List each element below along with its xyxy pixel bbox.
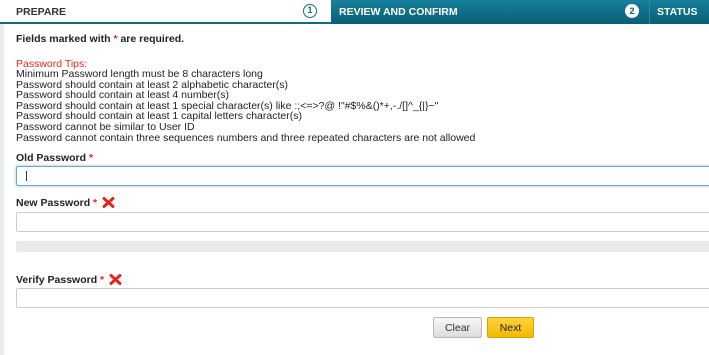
required-note-suffix: are required. xyxy=(120,33,185,45)
verify-password-label: Verify Password * xyxy=(16,274,122,286)
text-cursor xyxy=(26,171,27,181)
password-tip: Password cannot be similar to User ID xyxy=(16,120,195,133)
step-review-label: REVIEW AND CONFIRM xyxy=(339,6,458,18)
next-button[interactable]: Next xyxy=(487,317,534,338)
verify-password-label-text: Verify Password xyxy=(16,274,98,286)
required-note-prefix: Fields marked with xyxy=(16,33,111,45)
clear-button[interactable]: Clear xyxy=(433,317,482,338)
old-password-label: Old Password * xyxy=(16,152,93,164)
required-star: * xyxy=(100,274,105,286)
left-edge-border xyxy=(0,24,4,355)
step-review-number: 2 xyxy=(625,4,639,18)
step-review-and-confirm: REVIEW AND CONFIRM 2 xyxy=(331,0,649,24)
new-password-label-text: New Password xyxy=(16,197,91,209)
step-prepare: PREPARE 1 xyxy=(0,0,331,24)
required-star: * xyxy=(113,33,118,45)
required-star: * xyxy=(93,197,98,209)
wizard-steps: PREPARE 1 REVIEW AND CONFIRM 2 STATUS xyxy=(0,0,709,24)
invalid-x-icon xyxy=(109,274,122,285)
password-tips-list: Minimum Password length must be 8 charac… xyxy=(16,69,475,143)
step-prepare-label: PREPARE xyxy=(16,6,66,18)
required-star: * xyxy=(88,152,94,164)
password-tip: Password cannot contain three sequences … xyxy=(16,131,476,144)
old-password-input[interactable] xyxy=(16,166,709,186)
old-password-label-text: Old Password xyxy=(16,152,87,164)
new-password-input[interactable] xyxy=(16,212,709,232)
step-status: STATUS xyxy=(649,0,709,24)
new-password-label: New Password * xyxy=(16,197,115,209)
verify-password-input[interactable] xyxy=(16,288,709,308)
required-fields-note: Fields marked with * are required. xyxy=(16,33,184,45)
password-strength-bar xyxy=(16,241,709,252)
password-tip: Minimum Password length must be 8 charac… xyxy=(16,68,263,80)
step-status-label: STATUS xyxy=(657,6,698,18)
invalid-x-icon xyxy=(102,197,115,208)
step-prepare-number: 1 xyxy=(303,4,317,18)
